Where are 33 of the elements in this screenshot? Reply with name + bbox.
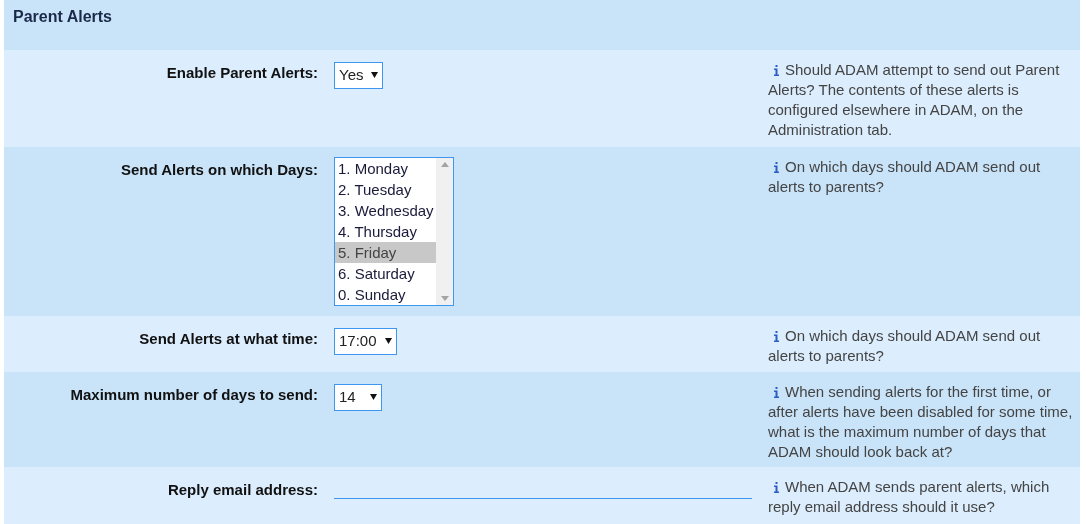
list-option[interactable]: 2. Tuesday xyxy=(335,179,436,200)
list-option[interactable]: 4. Thursday xyxy=(335,221,436,242)
scrollbar[interactable] xyxy=(436,158,453,305)
caret-icon xyxy=(384,338,392,345)
info-icon xyxy=(774,482,779,493)
list-option[interactable]: 5. Friday xyxy=(335,242,436,263)
scroll-up-icon[interactable] xyxy=(440,162,449,167)
field-label: Enable Parent Alerts: xyxy=(166,64,318,81)
listbox[interactable]: 1. Monday 2. Tuesday 3. Wednesday 4. Thursday 5. Friday 6. Saturday 0. Sunday xyxy=(334,157,454,306)
caret-icon xyxy=(371,72,379,79)
section-title: Parent Alerts xyxy=(13,8,112,25)
field-label: Reply email address: xyxy=(167,481,318,498)
field-label: Send Alerts at what time: xyxy=(139,330,318,347)
info-icon xyxy=(774,387,779,398)
list-option[interactable]: 0. Sunday xyxy=(335,284,436,305)
info-icon xyxy=(774,65,779,76)
help-text: On which days should ADAM send out alerts to parents? xyxy=(768,157,1042,197)
list-option[interactable]: 3. Wednesday xyxy=(335,200,436,221)
info-icon xyxy=(774,331,779,342)
caret-icon xyxy=(370,394,377,401)
dropdown[interactable]: 14 xyxy=(334,384,382,411)
scroll-down-icon[interactable] xyxy=(440,296,449,301)
help-text: When sending alerts for the first time, or after alerts have been disabled for some time, what is the maximum number of days that ADAM should look back at? xyxy=(768,382,1074,462)
dropdown[interactable]: Yes xyxy=(334,62,384,89)
field-label: Send Alerts on which Days: xyxy=(121,161,318,178)
help-text: On which days should ADAM send out alerts to parents? xyxy=(768,326,1042,366)
help-text: When ADAM sends parent alerts, which reply email address should it use? xyxy=(768,477,1051,517)
dropdown[interactable]: 17:00 xyxy=(334,328,397,355)
list-option[interactable]: 6. Saturday xyxy=(335,263,436,284)
help-text: Should ADAM attempt to send out Parent Alerts? The contents of these alerts is configured elsewhere in ADAM, on the Administration tab. xyxy=(768,60,1061,140)
list-option[interactable]: 1. Monday xyxy=(335,158,436,179)
field-label: Maximum number of days to send: xyxy=(70,386,318,403)
info-icon xyxy=(774,162,779,173)
